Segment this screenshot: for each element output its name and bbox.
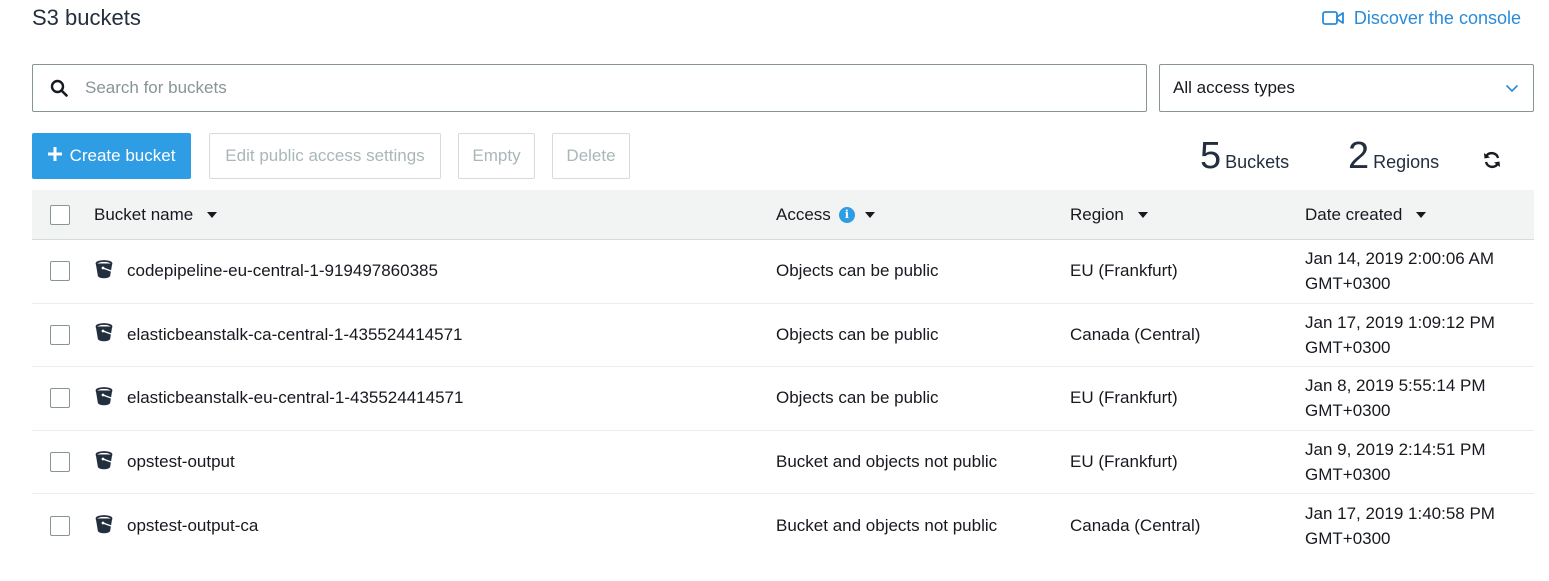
regions-label: Regions xyxy=(1373,152,1440,172)
column-label-bucket-name: Bucket name xyxy=(94,204,194,224)
date-value: Jan 14, 2019 2:00:06 AM xyxy=(1305,249,1495,269)
search-box xyxy=(32,64,1147,112)
table-row[interactable]: elasticbeanstalk-ca-central-1-4355244145… xyxy=(32,304,1534,368)
buckets-stat: 5 Buckets xyxy=(1200,134,1289,178)
row-select-cell xyxy=(50,431,70,494)
region-cell: EU (Frankfurt) xyxy=(1070,388,1178,408)
bucket-icon xyxy=(94,450,114,475)
search-icon xyxy=(33,79,85,97)
bucket-icon xyxy=(94,259,114,284)
buckets-table: Bucket name Access i Region Date created… xyxy=(32,190,1534,558)
edit-public-access-button[interactable]: Edit public access settings xyxy=(209,133,441,179)
info-icon[interactable]: i xyxy=(838,206,855,223)
sort-caret-icon xyxy=(1416,211,1427,218)
row-checkbox[interactable] xyxy=(50,388,70,409)
timezone-value: GMT+0300 xyxy=(1305,401,1391,421)
column-header-region[interactable]: Region xyxy=(1070,190,1148,239)
date-cell: Jan 14, 2019 2:00:06 AM GMT+0300 xyxy=(1305,240,1494,303)
access-cell: Bucket and objects not public xyxy=(776,452,998,472)
bucket-name-cell: elasticbeanstalk-ca-central-1-4355244145… xyxy=(94,304,463,367)
create-bucket-button[interactable]: Create bucket xyxy=(32,133,191,179)
select-all-cell xyxy=(50,190,70,239)
row-checkbox[interactable] xyxy=(50,261,70,282)
date-cell: Jan 9, 2019 2:14:51 PM GMT+0300 xyxy=(1305,431,1486,494)
access-cell: Objects can be public xyxy=(776,388,939,408)
column-header-bucket-name[interactable]: Bucket name xyxy=(94,190,218,239)
access-type-select[interactable]: All access types xyxy=(1159,64,1534,112)
discover-console-label: Discover the console xyxy=(1353,8,1521,28)
column-header-date-created[interactable]: Date created xyxy=(1305,190,1427,239)
chevron-down-icon xyxy=(1505,78,1519,98)
access-cell: Objects can be public xyxy=(776,261,939,281)
region-cell: EU (Frankfurt) xyxy=(1070,261,1178,281)
bucket-name-cell: opstest-output-ca xyxy=(94,494,258,558)
bucket-name-cell: opstest-output xyxy=(94,431,235,494)
timezone-value: GMT+0300 xyxy=(1305,529,1391,549)
table-row[interactable]: opstest-output Bucket and objects not pu… xyxy=(32,431,1534,495)
date-value: Jan 9, 2019 2:14:51 PM xyxy=(1305,440,1486,460)
row-checkbox[interactable] xyxy=(50,452,70,473)
regions-count: 2 xyxy=(1348,135,1370,177)
bucket-icon xyxy=(94,514,114,539)
select-all-checkbox[interactable] xyxy=(50,204,70,225)
bucket-name-link[interactable]: elasticbeanstalk-ca-central-1-4355244145… xyxy=(127,325,463,345)
column-label-region: Region xyxy=(1070,204,1124,224)
bucket-name-link[interactable]: codepipeline-eu-central-1-919497860385 xyxy=(127,261,438,281)
bucket-icon xyxy=(94,322,114,347)
plus-icon xyxy=(47,146,62,166)
buckets-label: Buckets xyxy=(1225,152,1290,172)
timezone-value: GMT+0300 xyxy=(1305,337,1391,357)
access-cell: Bucket and objects not public xyxy=(776,516,998,536)
table-row[interactable]: codepipeline-eu-central-1-919497860385 O… xyxy=(32,240,1534,304)
bucket-name-link[interactable]: opstest-output-ca xyxy=(127,516,258,536)
date-cell: Jan 17, 2019 1:40:58 PM GMT+0300 xyxy=(1305,494,1495,558)
sort-caret-icon xyxy=(207,211,218,218)
column-label-access: Access xyxy=(776,204,831,224)
region-cell: Canada (Central) xyxy=(1070,516,1201,536)
video-camera-icon xyxy=(1322,10,1344,26)
table-body: codepipeline-eu-central-1-919497860385 O… xyxy=(32,240,1534,558)
table-row[interactable]: opstest-output-ca Bucket and objects not… xyxy=(32,494,1534,558)
refresh-icon[interactable] xyxy=(1482,150,1502,175)
table-header: Bucket name Access i Region Date created xyxy=(32,190,1534,240)
timezone-value: GMT+0300 xyxy=(1305,274,1391,294)
create-bucket-label: Create bucket xyxy=(69,146,176,165)
search-input[interactable] xyxy=(85,65,1146,111)
bucket-name-link[interactable]: elasticbeanstalk-eu-central-1-4355244145… xyxy=(127,388,463,408)
discover-console-link[interactable]: Discover the console xyxy=(1322,6,1521,30)
region-cell: EU (Frankfurt) xyxy=(1070,452,1178,472)
date-cell: Jan 17, 2019 1:09:12 PM GMT+0300 xyxy=(1305,304,1495,367)
empty-button[interactable]: Empty xyxy=(458,133,535,179)
sort-caret-icon xyxy=(1137,211,1148,218)
row-checkbox[interactable] xyxy=(50,324,70,345)
date-value: Jan 8, 2019 5:55:14 PM xyxy=(1305,376,1486,396)
delete-button[interactable]: Delete xyxy=(552,133,630,179)
date-value: Jan 17, 2019 1:09:12 PM xyxy=(1305,312,1495,332)
date-value: Jan 17, 2019 1:40:58 PM xyxy=(1305,504,1495,524)
sort-caret-icon xyxy=(864,211,875,218)
row-select-cell xyxy=(50,240,70,303)
date-cell: Jan 8, 2019 5:55:14 PM GMT+0300 xyxy=(1305,367,1486,430)
region-cell: Canada (Central) xyxy=(1070,324,1201,344)
access-type-selected: All access types xyxy=(1173,78,1295,97)
row-select-cell xyxy=(50,367,70,430)
page-title: S3 buckets xyxy=(32,5,141,30)
row-checkbox[interactable] xyxy=(50,516,70,537)
access-cell: Objects can be public xyxy=(776,324,939,344)
bucket-icon xyxy=(94,386,114,411)
bucket-name-cell: elasticbeanstalk-eu-central-1-4355244145… xyxy=(94,367,463,430)
row-select-cell xyxy=(50,304,70,367)
bucket-name-cell: codepipeline-eu-central-1-919497860385 xyxy=(94,240,438,303)
regions-stat: 2 Regions xyxy=(1348,134,1439,178)
buckets-count: 5 xyxy=(1200,135,1222,177)
bucket-name-link[interactable]: opstest-output xyxy=(127,452,235,472)
column-label-date-created: Date created xyxy=(1305,204,1403,224)
table-row[interactable]: elasticbeanstalk-eu-central-1-4355244145… xyxy=(32,367,1534,431)
column-header-access[interactable]: Access i xyxy=(776,190,875,239)
timezone-value: GMT+0300 xyxy=(1305,465,1391,485)
row-select-cell xyxy=(50,494,70,558)
